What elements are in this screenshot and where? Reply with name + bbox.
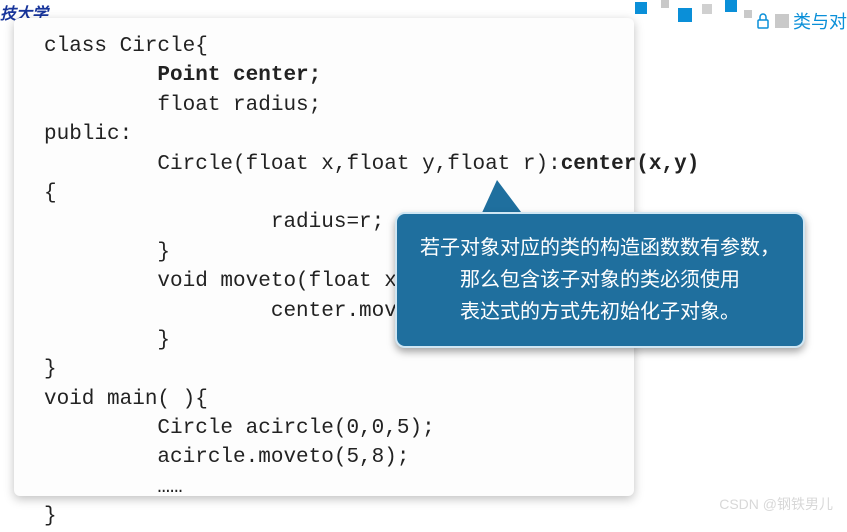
section-label: 类与对 (755, 8, 847, 34)
gray-square-icon (775, 14, 789, 28)
callout-line-2: 那么包含该子对象的类必须使用 (413, 264, 787, 296)
callout-line-3: 表达式的方式先初始化子对象。 (413, 296, 787, 328)
watermark: CSDN @钢铁男儿 (719, 494, 833, 514)
explanation-callout: 若子对象对应的类的构造函数数有参数， 那么包含该子对象的类必须使用 表达式的方式… (395, 212, 805, 348)
section-label-text: 类与对 (793, 8, 847, 34)
callout-line-1: 若子对象对应的类的构造函数数有参数， (413, 232, 787, 264)
callout-box: 若子对象对应的类的构造函数数有参数， 那么包含该子对象的类必须使用 表达式的方式… (395, 212, 805, 348)
lock-icon (755, 12, 771, 30)
